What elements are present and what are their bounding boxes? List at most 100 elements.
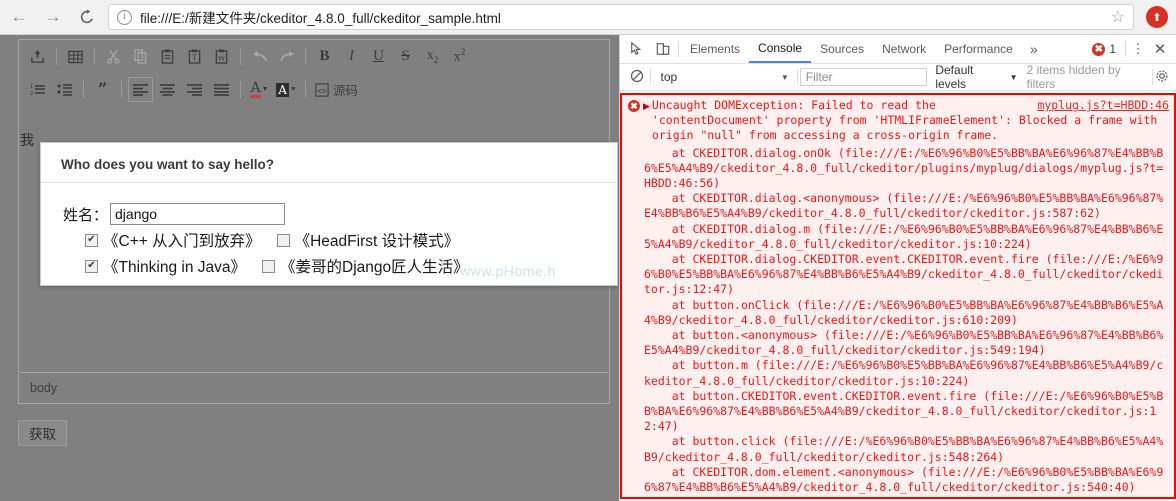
- subscript-button[interactable]: x2: [420, 44, 445, 69]
- undo-button: [247, 44, 272, 69]
- reload-icon[interactable]: [72, 2, 102, 32]
- editor-content-text: 我: [20, 132, 34, 148]
- get-content-button[interactable]: 获取: [18, 420, 67, 446]
- svg-text:2: 2: [30, 91, 33, 96]
- chevron-down-icon: ▼: [1009, 72, 1018, 82]
- more-tabs-icon[interactable]: »: [1022, 41, 1046, 57]
- close-devtools-icon[interactable]: ✕: [1148, 40, 1172, 58]
- editor-toolbar-row-2: 12 ” A ▼ A ▼ <> 源码: [19, 73, 609, 106]
- editor-toolbar-row-1: T W B I U S x2 x2: [19, 40, 609, 73]
- avatar[interactable]: [1146, 6, 1168, 28]
- tab-performance[interactable]: Performance: [935, 35, 1022, 63]
- tab-network[interactable]: Network: [873, 35, 935, 63]
- align-left-button[interactable]: [128, 77, 153, 102]
- separator: [796, 69, 798, 85]
- forward-icon[interactable]: →: [38, 2, 68, 32]
- chevron-down-icon[interactable]: ▼: [290, 86, 297, 93]
- text-color-button[interactable]: A ▼: [247, 77, 272, 102]
- tab-elements[interactable]: Elements: [681, 35, 749, 63]
- name-input[interactable]: [110, 203, 286, 225]
- devtools-tabbar-right: ✖ 1 ⋮ ✕: [1092, 40, 1176, 58]
- separator: [240, 48, 241, 65]
- inspect-element-icon[interactable]: [624, 37, 650, 61]
- console-error-message[interactable]: ✖ ▶ Uncaught DOMException: Failed to rea…: [620, 93, 1176, 500]
- bookmark-star-icon[interactable]: ☆: [1105, 7, 1125, 27]
- tab-sources[interactable]: Sources: [811, 35, 873, 63]
- checkbox-headfirst[interactable]: [276, 233, 290, 247]
- align-center-button[interactable]: [155, 77, 180, 102]
- separator: [649, 69, 651, 85]
- element-path-body[interactable]: body: [30, 381, 57, 395]
- browser-chrome: ← → i file:///E:/新建文件夹/ckeditor_4.8.0_fu…: [0, 0, 1176, 35]
- device-toolbar-icon[interactable]: [650, 37, 676, 61]
- separator: [1152, 69, 1154, 85]
- console-levels-select[interactable]: Default levels ▼: [935, 63, 1017, 91]
- separator: [56, 48, 57, 65]
- watermark: www.pHome.h: [460, 263, 556, 279]
- checkbox-cpp[interactable]: [85, 233, 98, 247]
- site-info-icon[interactable]: i: [117, 9, 132, 25]
- bold-button[interactable]: B: [312, 44, 337, 69]
- svg-text:1: 1: [30, 84, 33, 90]
- background-color-button[interactable]: A ▼: [274, 77, 299, 102]
- console-context-value: top: [660, 70, 678, 84]
- console-message-list[interactable]: ✖ ▶ Uncaught DOMException: Failed to rea…: [620, 92, 1176, 501]
- svg-text:T: T: [191, 53, 197, 62]
- svg-text:<>: <>: [317, 86, 327, 95]
- console-error-header: ✖ ▶ Uncaught DOMException: Failed to rea…: [622, 95, 1174, 146]
- devtools-tabbar: Elements Console Sources Network Perform…: [620, 35, 1176, 64]
- error-count-badge[interactable]: ✖ 1: [1092, 42, 1123, 56]
- checkbox-django[interactable]: [262, 259, 276, 273]
- separator: [83, 81, 84, 98]
- redo-button: [274, 44, 299, 69]
- checkbox-thinking-in-java[interactable]: [85, 259, 98, 273]
- separator: [121, 81, 122, 98]
- name-label: 姓名：: [63, 206, 109, 224]
- separator: [678, 41, 679, 57]
- console-context-select[interactable]: top ▼: [653, 70, 795, 84]
- strikethrough-button[interactable]: S: [393, 44, 418, 69]
- separator: [305, 81, 306, 98]
- console-error-stack[interactable]: at CKEDITOR.dialog.onOk (file:///E:/%E6%…: [622, 146, 1174, 498]
- paste-as-text-button[interactable]: T: [182, 44, 207, 69]
- separator: [1125, 41, 1126, 57]
- cut-button: [101, 44, 126, 69]
- clear-console-icon[interactable]: [626, 69, 648, 86]
- error-icon: ✖: [628, 100, 640, 112]
- align-justify-button[interactable]: [209, 77, 234, 102]
- checkbox-row-1: 《C++ 从入门到放弃》 《HeadFirst 设计模式》: [63, 229, 617, 251]
- address-bar[interactable]: i file:///E:/新建文件夹/ckeditor_4.8.0_full/c…: [108, 4, 1134, 30]
- source-label: 源码: [333, 84, 359, 98]
- blockquote-button[interactable]: ”: [90, 77, 115, 102]
- tab-console[interactable]: Console: [749, 35, 812, 63]
- chevron-down-icon[interactable]: ▼: [262, 86, 269, 93]
- table-button[interactable]: [63, 44, 88, 69]
- web-page-viewport: T W B I U S x2 x2 12 ” A ▼ A ▼ <> 源码 我 b…: [0, 35, 619, 501]
- paste-from-word-button[interactable]: W: [209, 44, 234, 69]
- devtools-panel: Elements Console Sources Network Perform…: [619, 35, 1176, 501]
- copy-button: [128, 44, 153, 69]
- upload-image-button[interactable]: [25, 44, 50, 69]
- paste-button[interactable]: [155, 44, 180, 69]
- console-error-source-link[interactable]: myplug.js?t=HBDD:46: [1037, 98, 1169, 112]
- gear-icon[interactable]: [1155, 69, 1169, 86]
- superscript-button[interactable]: x2: [447, 44, 472, 69]
- editor-element-path: body: [20, 372, 608, 402]
- error-count-label: 1: [1109, 42, 1116, 56]
- numbered-list-button[interactable]: 12: [25, 77, 50, 102]
- devtools-menu-icon[interactable]: ⋮: [1128, 41, 1148, 57]
- checkbox-django-label: 《姜哥的Django匠人生活》: [280, 259, 469, 276]
- italic-button[interactable]: I: [339, 44, 364, 69]
- separator: [305, 48, 306, 65]
- console-filter-input[interactable]: Filter: [799, 68, 928, 86]
- dialog-title: Who does you want to say hello?: [41, 143, 617, 183]
- chevron-down-icon: ▼: [780, 72, 789, 82]
- checkbox-thinking-in-java-label: 《Thinking in Java》: [103, 259, 247, 276]
- align-right-button[interactable]: [182, 77, 207, 102]
- back-icon[interactable]: ←: [4, 2, 34, 32]
- bulleted-list-button[interactable]: [52, 77, 77, 102]
- source-button[interactable]: <> 源码: [312, 77, 361, 102]
- expand-triangle-icon[interactable]: ▶: [643, 101, 650, 112]
- checkbox-headfirst-label: 《HeadFirst 设计模式》: [294, 233, 460, 250]
- underline-button[interactable]: U: [366, 44, 391, 69]
